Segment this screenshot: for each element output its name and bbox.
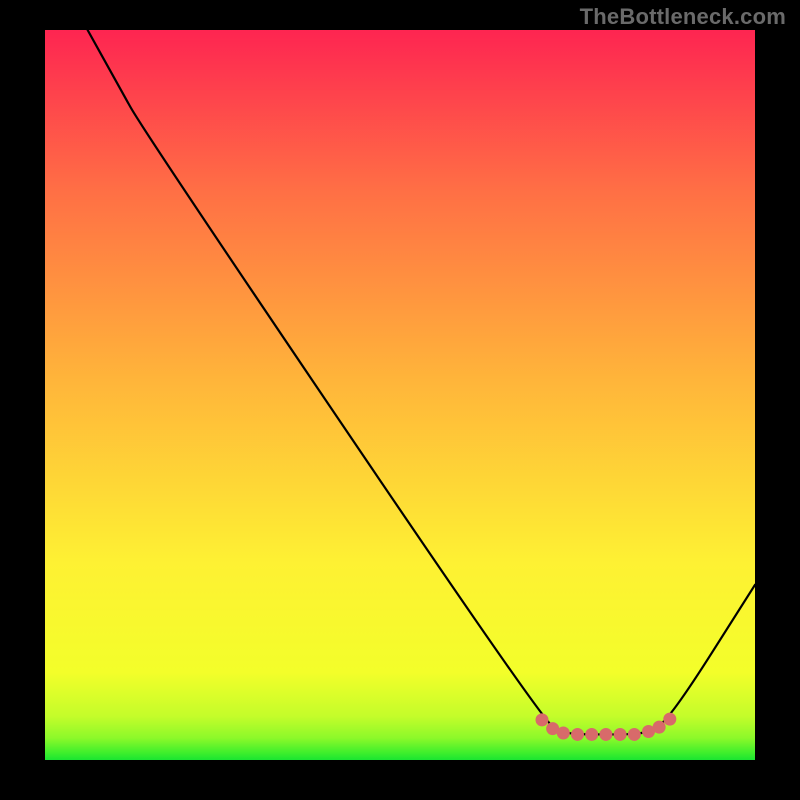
curve-dot bbox=[653, 721, 666, 734]
curve-dot bbox=[599, 728, 612, 741]
chart-root: TheBottleneck.com bbox=[0, 0, 800, 800]
curve-dot bbox=[628, 728, 641, 741]
curve-dot bbox=[663, 713, 676, 726]
curve-dot bbox=[571, 728, 584, 741]
watermark-label: TheBottleneck.com bbox=[580, 4, 786, 30]
curve-dot bbox=[536, 713, 549, 726]
curve-dot bbox=[585, 728, 598, 741]
chart-canvas bbox=[0, 0, 800, 800]
curve-dot bbox=[557, 726, 570, 739]
curve-dot bbox=[614, 728, 627, 741]
